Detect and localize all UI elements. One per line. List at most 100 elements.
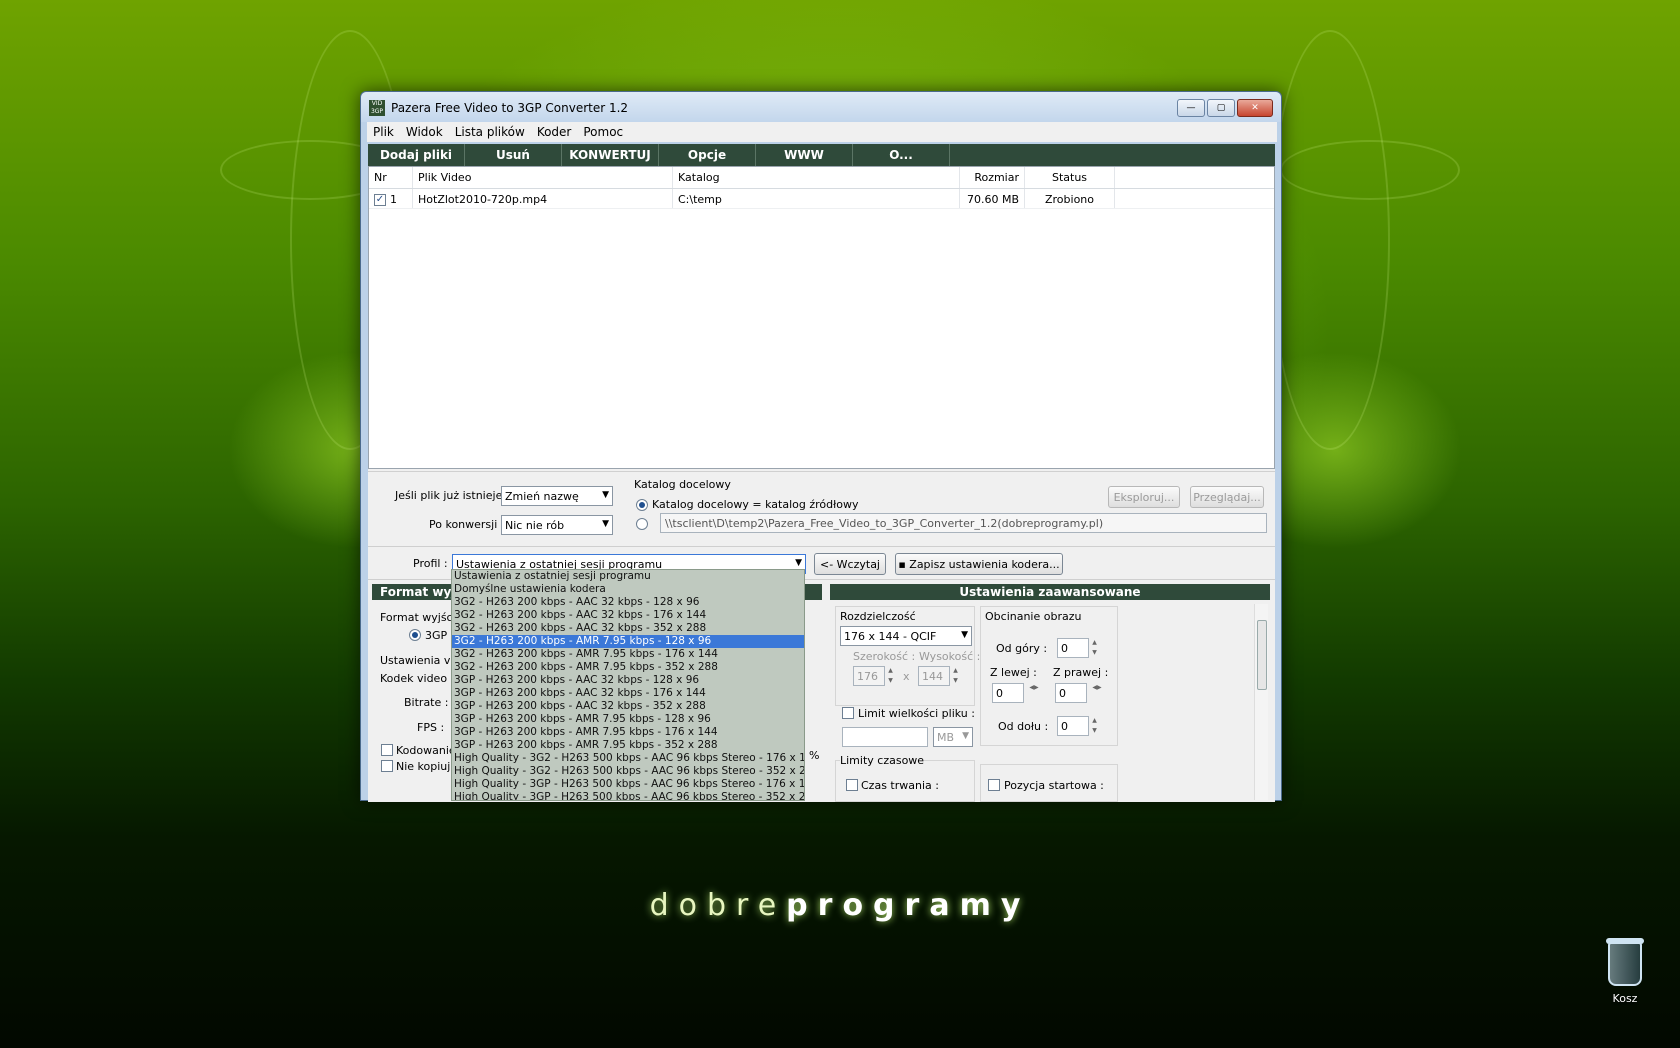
start-position-label: Pozycja startowa : [1004, 779, 1104, 792]
width-label: Szerokość : [853, 650, 916, 663]
crop-top-spinner[interactable]: ▲ ▼ [1090, 638, 1099, 658]
remove-button[interactable]: Usuń [465, 144, 562, 166]
fps-label: FPS : [417, 721, 445, 734]
chevron-down-icon: ▼ [795, 558, 802, 568]
time-limits-label: Limity czasowe [840, 754, 925, 767]
exists-select[interactable]: Zmień nazwę ▼ [501, 486, 613, 506]
advanced-settings-title: Ustawienia zaawansowane [830, 584, 1270, 600]
start-position-checkbox[interactable] [988, 779, 1000, 791]
profile-option[interactable]: 3G2 - H263 200 kbps - AMR 7.95 kbps - 12… [452, 635, 804, 648]
window-title: Pazera Free Video to 3GP Converter 1.2 [391, 101, 629, 115]
limit-field[interactable] [842, 727, 928, 747]
add-files-button[interactable]: Dodaj pliki [368, 144, 465, 166]
profile-option[interactable]: 3G2 - H263 200 kbps - AAC 32 kbps - 128 … [452, 596, 804, 609]
col-size[interactable]: Rozmiar [960, 167, 1025, 188]
profile-option[interactable]: 3GP - H263 200 kbps - AAC 32 kbps - 128 … [452, 674, 804, 687]
after-value: Nic nie rób [505, 519, 565, 532]
menu-lista-plikow[interactable]: Lista plików [449, 122, 531, 142]
profile-dropdown-list[interactable]: Ustawienia z ostatniej sesji programu Dom… [451, 569, 805, 801]
profile-option[interactable]: 3GP - H263 200 kbps - AMR 7.95 kbps - 12… [452, 713, 804, 726]
target-source-label: Katalog docelowy = katalog źródłowy [652, 498, 859, 511]
convert-button[interactable]: KONWERTUJ [562, 144, 659, 166]
height-spinner[interactable]: ▲ ▼ [951, 666, 960, 686]
profile-option[interactable]: High Quality - 3GP - H263 500 kbps - AAC… [452, 778, 804, 791]
menu-koder[interactable]: Koder [531, 122, 578, 142]
width-spinner[interactable]: ▲ ▼ [886, 666, 895, 686]
profile-option[interactable]: 3GP - H263 200 kbps - AMR 7.95 kbps - 35… [452, 739, 804, 752]
explore-button[interactable]: Eksploruj... [1108, 486, 1180, 508]
profile-option[interactable]: 3GP - H263 200 kbps - AAC 32 kbps - 176 … [452, 687, 804, 700]
col-file[interactable]: Plik Video [413, 167, 673, 188]
advanced-settings-panel: Ustawienia zaawansowane Rozdzielczość 17… [830, 584, 1270, 802]
video-settings-label: Ustawienia vid [380, 654, 461, 667]
profile-option[interactable]: 3GP - H263 200 kbps - AMR 7.95 kbps - 17… [452, 726, 804, 739]
exists-label: Jeśli plik już istnieje : [395, 489, 510, 502]
minimize-button[interactable]: — [1177, 99, 1205, 117]
background-swirl [1280, 140, 1460, 200]
profile-option[interactable]: Ustawienia z ostatniej sesji programu [452, 570, 804, 583]
height-label: Wysokość : [919, 650, 981, 663]
menu-pomoc[interactable]: Pomoc [577, 122, 629, 142]
col-dir[interactable]: Katalog [673, 167, 960, 188]
encoding-checkbox[interactable] [381, 744, 393, 756]
advanced-scrollbar[interactable] [1254, 604, 1268, 800]
target-path-field[interactable]: \\tsclient\D\temp2\Pazera_Free_Video_to_… [660, 513, 1267, 533]
percent-label: % [809, 749, 820, 762]
crop-right-field[interactable]: 0 [1055, 683, 1087, 703]
table-row[interactable]: ✓ 1 HotZlot2010-720p.mp4 C:\temp 70.60 MB… [369, 189, 1274, 209]
bitrate-label: Bitrate : [404, 696, 449, 709]
duration-checkbox[interactable] [846, 779, 858, 791]
crop-bottom-field[interactable]: 0 [1057, 716, 1089, 736]
limit-unit-select[interactable]: MB ▼ [933, 727, 973, 747]
row-checkbox[interactable]: ✓ [374, 194, 386, 206]
resolution-select[interactable]: 176 x 144 - QCIF ▼ [840, 626, 972, 646]
profile-option[interactable]: 3G2 - H263 200 kbps - AMR 7.95 kbps - 35… [452, 661, 804, 674]
crop-right-spinner[interactable]: ◀▶ [1089, 683, 1105, 703]
profile-option[interactable]: Domyślne ustawienia kodera [452, 583, 804, 596]
crop-left-spinner[interactable]: ◀▶ [1026, 683, 1042, 703]
col-status[interactable]: Status [1025, 167, 1115, 188]
format-3gp-radio[interactable] [409, 629, 421, 641]
target-source-radio[interactable] [636, 499, 648, 511]
profile-option[interactable]: High Quality - 3GP - H263 500 kbps - AAC… [452, 791, 804, 800]
close-button[interactable]: ✕ [1237, 99, 1273, 117]
profile-option[interactable]: High Quality - 3G2 - H263 500 kbps - AAC… [452, 765, 804, 778]
browse-button[interactable]: Przeglądaj... [1190, 486, 1264, 508]
chevron-down-icon: ▼ [962, 731, 969, 741]
menu-widok[interactable]: Widok [400, 122, 449, 142]
width-field[interactable]: 176 [853, 666, 885, 686]
limit-checkbox[interactable] [842, 707, 854, 719]
profile-option[interactable]: 3G2 - H263 200 kbps - AMR 7.95 kbps - 17… [452, 648, 804, 661]
crop-left-label: Z lewej : [990, 666, 1037, 679]
maximize-button[interactable]: ▢ [1207, 99, 1235, 117]
chevron-down-icon: ▼ [961, 630, 968, 640]
row-dir: C:\temp [673, 189, 960, 208]
chevron-down-icon: ▼ [602, 490, 609, 500]
crop-bottom-spinner[interactable]: ▲ ▼ [1090, 716, 1099, 736]
menu-plik[interactable]: Plik [367, 122, 400, 142]
about-button[interactable]: O... [853, 144, 950, 166]
options-button[interactable]: Opcje [659, 144, 756, 166]
profile-label: Profil : [413, 557, 448, 570]
www-button[interactable]: WWW [756, 144, 853, 166]
nocopy-checkbox[interactable] [381, 760, 393, 772]
profile-option[interactable]: 3GP - H263 200 kbps - AAC 32 kbps - 352 … [452, 700, 804, 713]
crop-top-field[interactable]: 0 [1057, 638, 1089, 658]
recycle-bin-icon [1606, 938, 1644, 986]
target-path-radio[interactable] [636, 518, 648, 530]
resolution-value: 176 x 144 - QCIF [844, 630, 937, 643]
scrollbar-thumb[interactable] [1257, 620, 1267, 690]
profile-option[interactable]: 3G2 - H263 200 kbps - AAC 32 kbps - 176 … [452, 609, 804, 622]
chevron-down-icon: ▼ [602, 519, 609, 529]
crop-left-field[interactable]: 0 [992, 683, 1024, 703]
load-profile-button[interactable]: <- Wczytaj [814, 553, 886, 575]
col-nr[interactable]: Nr [369, 167, 413, 188]
title-bar[interactable]: VID 3GP Pazera Free Video to 3GP Convert… [361, 92, 1281, 122]
after-select[interactable]: Nic nie rób ▼ [501, 515, 613, 535]
profile-option[interactable]: High Quality - 3G2 - H263 500 kbps - AAC… [452, 752, 804, 765]
height-field[interactable]: 144 [918, 666, 950, 686]
recycle-bin-desktop-icon[interactable]: Kosz [1600, 938, 1650, 1005]
profile-option[interactable]: 3G2 - H263 200 kbps - AAC 32 kbps - 352 … [452, 622, 804, 635]
save-settings-button[interactable]: ▪ Zapisz ustawienia kodera... [895, 553, 1063, 575]
file-list[interactable]: Nr Plik Video Katalog Rozmiar Status ✓ 1 … [368, 166, 1275, 469]
